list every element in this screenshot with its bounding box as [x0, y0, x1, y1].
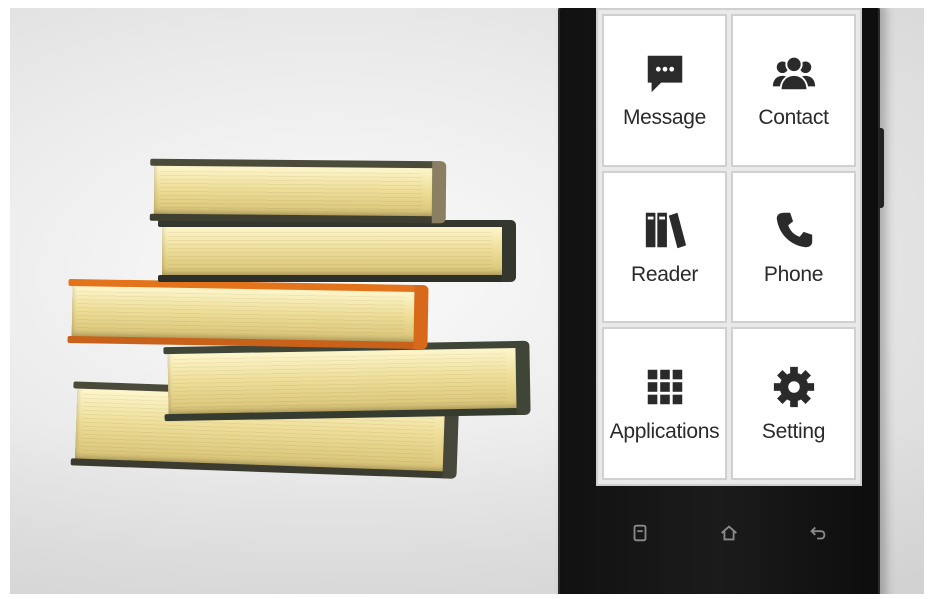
menu-icon[interactable] [629, 522, 651, 544]
android-nav-bar [596, 508, 862, 558]
tile-label: Reader [630, 262, 699, 286]
grid-icon [647, 369, 682, 404]
tile-label: Setting [761, 419, 826, 443]
book [67, 278, 429, 350]
home-screen: Message Contact Reader Phone Application… [596, 8, 862, 486]
phone-icon [776, 212, 812, 248]
tile-label: Contact [758, 106, 829, 130]
tile-phone[interactable]: Phone [731, 170, 856, 324]
tile-contact[interactable]: Contact [731, 14, 856, 167]
phone-side-button [878, 128, 884, 208]
book-stack [10, 8, 570, 594]
product-photo: Message Contact Reader Phone Application… [10, 8, 924, 594]
book [158, 220, 516, 282]
back-icon[interactable] [807, 522, 829, 544]
message-icon [647, 56, 682, 93]
smartphone: Message Contact Reader Phone Application… [558, 8, 880, 594]
tile-reader[interactable]: Reader [602, 170, 727, 324]
book [149, 158, 447, 224]
tile-label: Phone [763, 262, 824, 286]
tile-label: Message [622, 106, 707, 130]
tile-label: Applications [609, 419, 720, 443]
contacts-icon [772, 56, 815, 92]
book [163, 340, 531, 422]
tile-setting[interactable]: Setting [731, 327, 856, 480]
home-icon[interactable] [718, 522, 740, 544]
books-icon [645, 212, 686, 249]
tile-message[interactable]: Message [602, 14, 727, 167]
gear-icon [773, 366, 814, 407]
tile-applications[interactable]: Applications [602, 327, 727, 480]
